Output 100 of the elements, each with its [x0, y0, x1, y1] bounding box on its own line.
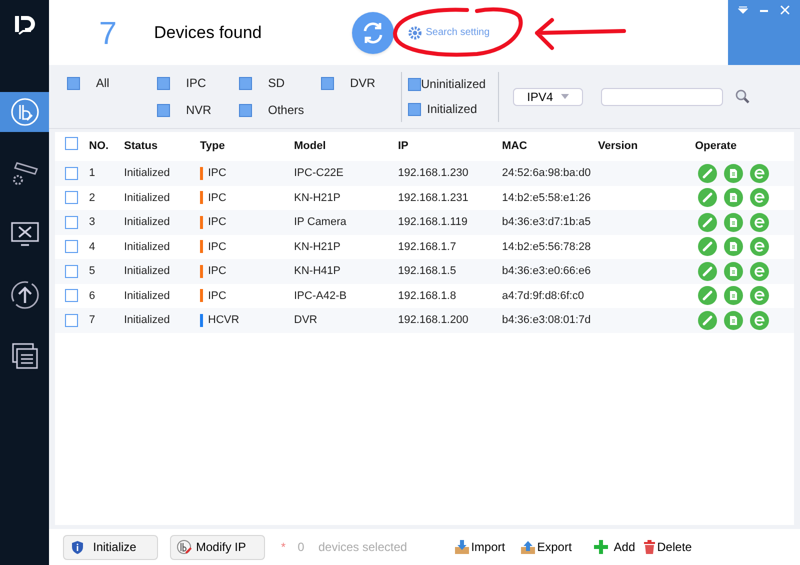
search-field[interactable] [601, 88, 723, 106]
plus-icon [594, 540, 608, 554]
modify-ip-button[interactable]: Modify IP [170, 534, 265, 560]
filter-label: DVR [350, 75, 376, 92]
table-cell-text: Initialized [124, 313, 171, 328]
checkbox[interactable] [65, 216, 78, 229]
close-icon[interactable] [780, 5, 790, 15]
browser-e-icon[interactable] [750, 262, 769, 281]
checkbox[interactable] [67, 76, 80, 90]
checkbox[interactable] [157, 104, 170, 116]
browser-e-icon[interactable] [750, 188, 769, 208]
document-icon[interactable] [724, 212, 743, 232]
table-cell-text: 7 [89, 313, 96, 328]
export-button[interactable]: Export [521, 538, 572, 556]
checkbox[interactable] [239, 76, 252, 90]
table-cell-text: 14:b2:e5:58:e1:26 [502, 190, 592, 206]
edit-icon[interactable] [698, 212, 717, 232]
filter-label: Uninitialized [421, 76, 486, 93]
filter-label: Initialized [427, 101, 478, 118]
windows-list-icon[interactable] [10, 342, 38, 370]
checkbox[interactable] [65, 289, 78, 302]
ip-tool-icon [8, 96, 40, 128]
filter-label: IPC [186, 75, 206, 92]
browser-e-icon[interactable] [750, 310, 769, 330]
table-cell-text: Initialized [124, 288, 171, 304]
table-cell-text: 4 [89, 240, 96, 254]
ip-pencil-icon [177, 539, 193, 555]
table-cell-text: 192.168.1.5 [398, 264, 458, 279]
checkbox[interactable] [65, 240, 78, 254]
document-icon[interactable] [724, 237, 743, 256]
table-cell-text: Initialized [124, 264, 171, 279]
settings-icon [408, 26, 422, 40]
edit-icon[interactable] [698, 188, 717, 208]
selected-label: devices selected [318, 539, 408, 556]
delete-button[interactable]: Delete [643, 538, 692, 556]
refresh-button[interactable] [352, 12, 394, 54]
add-button[interactable]: Add [594, 538, 636, 556]
table-cell-text: Initialized [124, 215, 171, 230]
required-mark: * [281, 539, 286, 556]
edit-icon[interactable] [698, 310, 717, 330]
checkbox[interactable] [65, 264, 78, 278]
edit-icon[interactable] [698, 286, 717, 306]
search-icon[interactable] [735, 89, 750, 104]
document-icon[interactable] [724, 164, 743, 183]
table-cell-text: 1 [89, 166, 96, 181]
column-header: IP [398, 139, 410, 154]
column-header: Type [200, 139, 226, 154]
import-button[interactable]: Import [455, 538, 506, 556]
edit-icon[interactable] [698, 164, 717, 183]
document-icon[interactable] [724, 310, 743, 330]
checkbox[interactable] [408, 102, 421, 116]
caret-icon [561, 94, 569, 99]
document-icon[interactable] [724, 286, 743, 306]
checkbox[interactable] [65, 191, 78, 204]
table-cell-text: IP Camera [294, 215, 348, 230]
checkbox[interactable] [239, 104, 252, 116]
table-cell-text: KN-H41P [294, 264, 342, 279]
browser-e-icon[interactable] [750, 237, 769, 256]
tray-down-icon [455, 540, 470, 554]
edit-icon[interactable] [698, 237, 717, 256]
table-cell-text: IPC [208, 166, 226, 181]
document-icon[interactable] [724, 262, 743, 281]
table-cell-text: 192.168.1.119 [398, 215, 469, 230]
browser-e-icon[interactable] [750, 286, 769, 306]
table-cell-text: 6 [89, 288, 96, 304]
table-cell-text: 2 [89, 190, 96, 206]
protocol-dropdown[interactable]: IPV4 [513, 88, 583, 106]
column-header: Model [294, 139, 327, 154]
table-cell-text: 14:b2:e5:56:78:28 [502, 240, 592, 254]
select-all-checkbox[interactable] [65, 137, 78, 150]
table-cell-text: IPC [208, 215, 226, 230]
edit-icon[interactable] [698, 262, 717, 281]
dropdown-icon[interactable] [738, 5, 748, 15]
column-header: NO. [89, 139, 110, 154]
upload-icon [8, 279, 40, 311]
table-cell-text: 5 [89, 264, 96, 279]
table-cell-text: 192.168.1.200 [398, 313, 470, 328]
filter-label: Others [268, 102, 304, 119]
document-icon[interactable] [724, 188, 743, 208]
table-cell-text: b4:36:e3:e0:66:e6 [502, 264, 592, 279]
table-cell-text: DVR [294, 313, 318, 328]
initialize-button[interactable]: Initialize [63, 534, 158, 560]
filter-label: All [96, 75, 110, 92]
checkbox[interactable] [321, 76, 334, 90]
table-cell-text: IPC-C22E [294, 166, 345, 181]
checkbox[interactable] [65, 314, 78, 327]
browser-e-icon[interactable] [750, 212, 769, 232]
column-header: Operate [695, 139, 738, 154]
filter-label: NVR [186, 102, 212, 119]
browser-e-icon[interactable] [750, 164, 769, 183]
column-header: MAC [502, 139, 528, 154]
table-cell-text: 192.168.1.230 [398, 166, 470, 181]
table-cell-text: IPC [208, 264, 226, 279]
checkbox[interactable] [408, 78, 421, 90]
checkbox[interactable] [65, 166, 78, 180]
table-cell-text: Initialized [124, 240, 171, 254]
device-count: 7 [99, 14, 118, 52]
table-cell-text: 3 [89, 215, 96, 230]
table-cell-text: b4:36:e3:d7:1b:a5 [502, 215, 592, 230]
checkbox[interactable] [157, 76, 170, 90]
